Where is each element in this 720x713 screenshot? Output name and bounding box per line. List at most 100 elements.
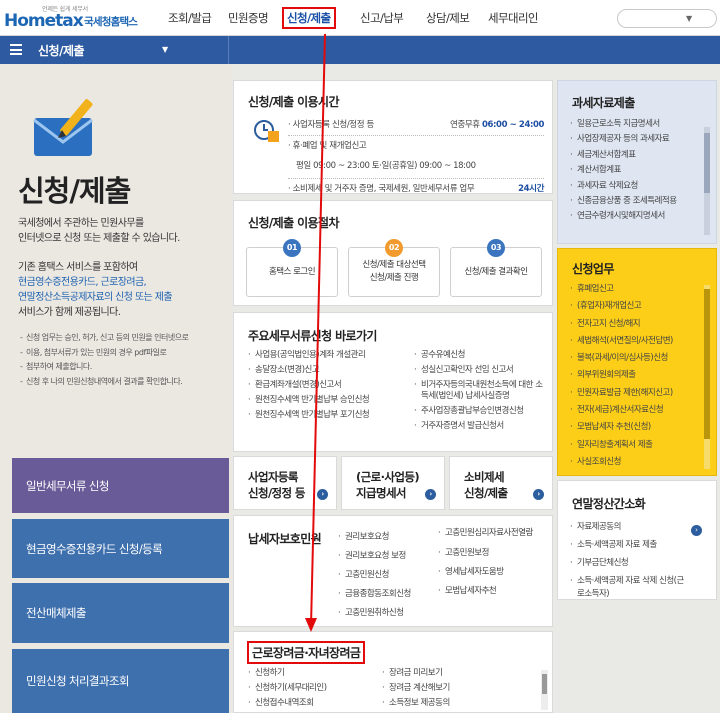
apply-work-link[interactable]: 전자고지 신청/해지: [570, 316, 706, 333]
hero-desc-line: 인터넷으로 신청 또는 제출할 수 있습니다.: [18, 233, 180, 244]
yearend-link[interactable]: 소득·세액공제 자료 삭제 신청(근로소득자): [570, 575, 690, 601]
yearend-link[interactable]: 자료제공동의: [570, 521, 710, 534]
usage-time-card: 신청/제출 이용시간 · 사업자등록 신청/정정 등 연중무휴 06:00 ~ 2…: [233, 80, 553, 194]
taxpayer-link[interactable]: 권리보호요청: [338, 528, 430, 547]
shortcut-link[interactable]: 환급계좌개설(변경)신고서: [248, 378, 408, 393]
apply-work-link[interactable]: 세법해석(서면질의/사전답변): [570, 333, 706, 350]
tax-data-link[interactable]: 과세자료 삭제요청: [570, 179, 704, 194]
business-registration-tile[interactable]: 사업자등록 신청/정정 등 ›: [233, 456, 337, 510]
tax-data-link[interactable]: 일용근로소득 지급명세서: [570, 117, 704, 132]
eitc-scrollbar[interactable]: [541, 670, 548, 710]
apply-work-link[interactable]: (휴업자)재개업신고: [570, 298, 706, 315]
arrow-right-icon[interactable]: ›: [691, 525, 702, 536]
eitc-right-list: 장려금 미리보기 장려금 계산해보기 소득정보 제공동의: [382, 666, 522, 711]
nav-consult[interactable]: 상담/제보: [422, 0, 484, 36]
apply-work-link[interactable]: 불복(과세/이의/심사등)신청: [570, 350, 706, 367]
envelope-pencil-icon: [33, 99, 93, 156]
eitc-link[interactable]: 장려금 미리보기: [382, 666, 522, 681]
usage-row: · 휴·폐업 및 재개업신고: [288, 141, 367, 151]
eitc-link[interactable]: 신청접수내역조회: [248, 696, 378, 711]
electronic-media-button[interactable]: 전산매체제출: [12, 583, 229, 643]
hero-title: 신청/제출: [18, 174, 131, 208]
shortcut-link[interactable]: 주사업장총괄납부승인변경신청: [414, 404, 548, 419]
shortcut-link[interactable]: 송달장소(변경)신고: [248, 363, 408, 378]
tax-data-link[interactable]: 연금수령개시및해지명세서: [570, 209, 704, 224]
yearend-link[interactable]: 기부금단체신청: [570, 557, 710, 570]
hero-notes: 신청 업무는 승인, 허가, 신고 등의 민원을 인터넷으로 이용, 첨부서류가…: [20, 332, 220, 390]
eitc-link[interactable]: 신청하기: [248, 666, 378, 681]
nav-apply-submit[interactable]: 신청/제출: [282, 0, 356, 36]
tax-data-link[interactable]: 사업장제공자 등의 과세자료: [570, 132, 704, 147]
apply-work-link[interactable]: 휴폐업신고: [570, 281, 706, 298]
payment-statement-tile[interactable]: (근로·사업등) 지급명세서 ›: [341, 456, 445, 510]
cash-receipt-card-button[interactable]: 현금영수증전용카드 신청/등록: [12, 519, 229, 578]
nav-certificates[interactable]: 민원증명: [220, 0, 282, 36]
yearend-title: 연말정산간소화: [572, 497, 646, 511]
taxpayer-link[interactable]: 권리보호요청 보정: [338, 547, 430, 566]
procedure-card: 신청/제출 이용절차 01 홈택스 로그인 02 신청/제출 대상선택 신청/제출…: [233, 200, 553, 306]
tax-data-list: 일용근로소득 지급명세서 사업장제공자 등의 과세자료 세금계산서합계표 계산서…: [570, 117, 704, 225]
shortcut-link[interactable]: 원천징수세액 반기별납부 승인신청: [248, 393, 408, 408]
taxpayer-link[interactable]: 고충민원심리자료사전열람: [438, 528, 548, 539]
yearend-link[interactable]: 소득·세액공제 자료 제출: [570, 539, 710, 552]
hometax-logo[interactable]: 언제든 쉽게 세무서 Hometax 국세청홈택스: [4, 4, 154, 32]
step-number: 02: [385, 239, 403, 257]
apply-work-panel: 신청업무 휴폐업신고 (휴업자)재개업신고 전자고지 신청/해지 세법해석(서면…: [557, 248, 717, 476]
usage-time-list: · 사업자등록 신청/정정 등 연중무휴 06:00 ~ 24:00 · 휴·폐업…: [288, 115, 544, 199]
taxpayer-right-list: 고충민원심리자료사전열람 고충민원보정 영세납세자도움방 모범납세자추천: [438, 528, 548, 601]
taxpayer-link[interactable]: 영세납세자도움방: [438, 563, 548, 582]
yearend-list: 자료제공동의 소득·세액공제 자료 제출 기부금단체신청 소득·세액공제 자료 …: [570, 521, 710, 601]
apply-work-link[interactable]: 민원자료발급 제한(해지신고): [570, 385, 706, 402]
taxpayer-protection-card: 납세자보호민원 권리보호요청 권리보호요청 보정 고충민원신청 금융종합동조회신…: [233, 515, 553, 627]
tax-data-link[interactable]: 계산서합계표: [570, 163, 704, 178]
search-box[interactable]: ▼: [617, 9, 717, 28]
apply-work-link[interactable]: 모범납세자 추천(신청): [570, 419, 706, 436]
taxpayer-left-list: 권리보호요청 권리보호요청 보정 고충민원신청 금융종합동조회신청 고충민원취하…: [338, 528, 430, 623]
step-result: 03 신청/제출 결과확인: [450, 239, 542, 297]
shortcut-link[interactable]: 성실신고확인자 선임 신고서: [414, 363, 548, 378]
taxpayer-protection-title: 납세자보호민원: [248, 532, 322, 546]
section-bar: 신청/제출 ▼: [0, 36, 720, 64]
eitc-link[interactable]: 소득정보 제공동의: [382, 696, 522, 711]
taxpayer-link[interactable]: 고충민원신청: [338, 566, 430, 585]
hamburger-icon[interactable]: [10, 44, 22, 55]
procedure-title: 신청/제출 이용절차: [248, 216, 339, 230]
apply-work-link[interactable]: 사실조회신청: [570, 454, 706, 471]
consumption-tax-tile[interactable]: 소비제세 신청/제출 ›: [449, 456, 553, 510]
shortcut-link[interactable]: 거주자증명서 발급신청서: [414, 419, 548, 434]
search-input[interactable]: [626, 11, 686, 26]
nav-tax-agent[interactable]: 세무대리인: [484, 0, 554, 36]
shortcut-link[interactable]: 비거주자등의국내원천소득에 대한 소득세(법인세) 납세사실증명: [414, 380, 544, 402]
divider: [228, 36, 229, 64]
hero-desc-line: 국세청에서 주관하는 민원사무를: [18, 218, 144, 229]
shortcuts-left-list: 사업용(공익법인용)계좌 개설관리 송달장소(변경)신고 환급계좌개설(변경)신…: [248, 348, 408, 423]
complaint-result-button[interactable]: 민원신청 처리결과조회: [12, 649, 229, 713]
search-dropdown-icon[interactable]: ▼: [686, 14, 692, 23]
yearend-panel: 연말정산간소화 자료제공동의 소득·세액공제 자료 제출 기부금단체신청 소득·…: [557, 480, 717, 600]
global-nav: 조회/발급 민원증명 신청/제출 신고/납부 상담/제보 세무대리인: [158, 0, 554, 36]
usage-row: · 소비제세 및 거주자 증명, 국제세원, 일반세무서류 업무 24시간: [288, 184, 544, 194]
taxpayer-link[interactable]: 고충민원취하신청: [338, 604, 430, 623]
shortcuts-title: 주요세무서류신청 바로가기: [248, 329, 377, 343]
eitc-link[interactable]: 신청하기(세무대리인): [248, 681, 378, 696]
section-title[interactable]: 신청/제출: [38, 42, 85, 59]
nav-report-pay[interactable]: 신고/납부: [356, 0, 422, 36]
nav-inquiry[interactable]: 조회/발급: [158, 0, 220, 36]
apply-work-scrollbar[interactable]: [704, 285, 710, 469]
general-tax-docs-button[interactable]: 일반세무서류 신청: [12, 458, 229, 513]
apply-work-link[interactable]: 일자리창출계획서 제출: [570, 437, 706, 454]
tax-data-link[interactable]: 신종금융상품 중 조세특례적용: [570, 194, 704, 209]
nav-apply-submit-label: 신청/제출: [282, 7, 336, 29]
taxpayer-link[interactable]: 고충민원보정: [438, 544, 548, 563]
shortcut-link[interactable]: 원천징수세액 반기별납부 포기신청: [248, 408, 408, 423]
eitc-link[interactable]: 장려금 계산해보기: [382, 681, 522, 696]
taxpayer-link[interactable]: 모범납세자추천: [438, 582, 548, 601]
chevron-down-icon[interactable]: ▼: [162, 45, 168, 54]
shortcut-link[interactable]: 공수유예신청: [414, 348, 548, 363]
tax-data-link[interactable]: 세금계산서합계표: [570, 148, 704, 163]
tax-data-scrollbar[interactable]: [704, 127, 710, 235]
apply-work-link[interactable]: 외부위원회의제출: [570, 367, 706, 384]
taxpayer-link[interactable]: 금융종합동조회신청: [338, 585, 430, 604]
shortcut-link[interactable]: 사업용(공익법인용)계좌 개설관리: [248, 348, 408, 363]
apply-work-link[interactable]: 전자(세금)계산서자료신청: [570, 402, 706, 419]
